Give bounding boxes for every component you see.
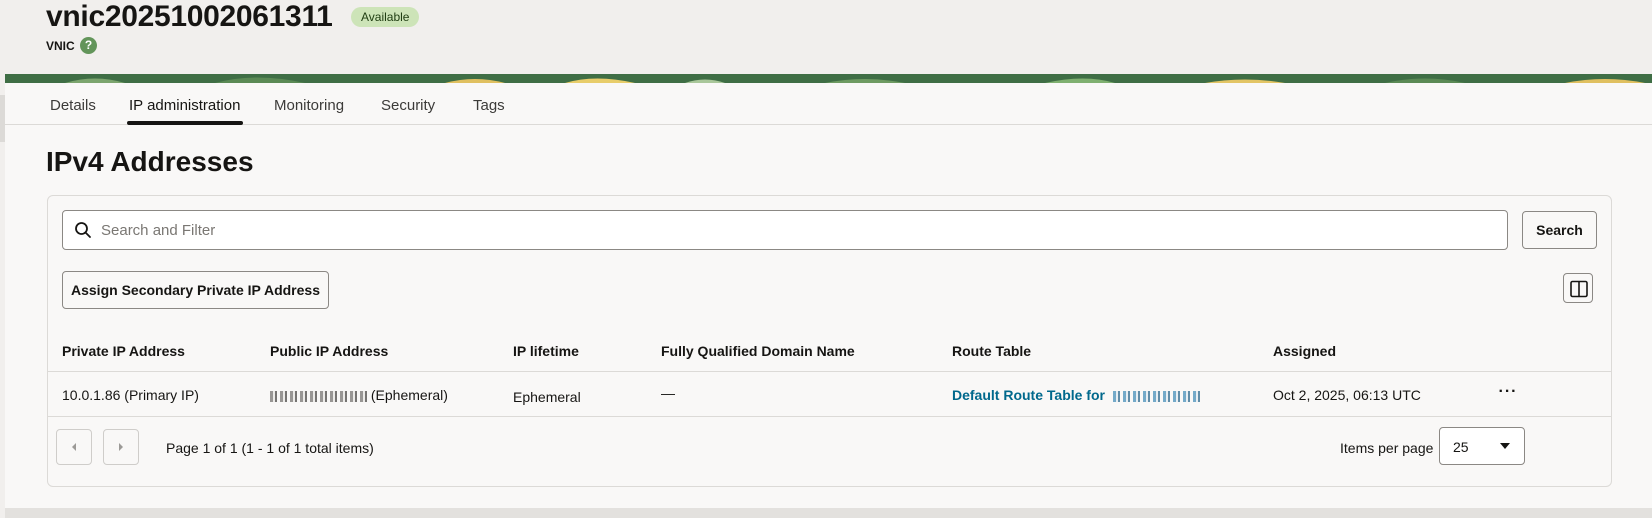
- public-ip-cell: (Ephemeral): [270, 386, 448, 404]
- assign-secondary-ip-button[interactable]: Assign Secondary Private IP Address: [62, 271, 329, 309]
- search-button[interactable]: Search: [1522, 211, 1597, 249]
- chevron-right-icon: [119, 443, 123, 451]
- column-header-assigned[interactable]: Assigned: [1273, 342, 1336, 360]
- column-header-route-table[interactable]: Route Table: [952, 342, 1031, 360]
- tab-ip-administration[interactable]: IP administration: [129, 97, 240, 115]
- chevron-down-icon: [1500, 443, 1510, 449]
- section-title: IPv4 Addresses: [46, 146, 254, 177]
- search-input[interactable]: [101, 212, 1491, 248]
- tab-details[interactable]: Details: [50, 97, 96, 115]
- route-table-cell[interactable]: Default Route Table for: [952, 386, 1203, 404]
- page-title: vnic20251002061311: [46, 0, 333, 33]
- resource-type-label: VNIC: [46, 39, 75, 53]
- column-header-fqdn[interactable]: Fully Qualified Domain Name: [661, 342, 855, 360]
- status-badge: Available: [351, 7, 420, 27]
- pagination-info: Page 1 of 1 (1 - 1 of 1 total items): [166, 440, 374, 456]
- redacted-public-ip: [270, 390, 367, 402]
- column-header-ip-lifetime[interactable]: IP lifetime: [513, 342, 579, 360]
- search-field[interactable]: [62, 210, 1508, 250]
- ipv4-table-card: Search Assign Secondary Private IP Addre…: [47, 195, 1612, 487]
- assigned-cell: Oct 2, 2025, 06:13 UTC: [1273, 387, 1421, 403]
- public-ip-type: (Ephemeral): [370, 387, 448, 403]
- tab-monitoring[interactable]: Monitoring: [274, 97, 344, 115]
- columns-icon: [1570, 280, 1588, 298]
- items-per-page-select[interactable]: 25: [1439, 427, 1525, 465]
- route-table-link[interactable]: Default Route Table for: [952, 387, 1105, 403]
- decorative-banner: [5, 74, 1652, 83]
- row-actions-menu-icon[interactable]: ···: [1494, 382, 1522, 406]
- previous-page-button[interactable]: [56, 429, 92, 465]
- columns-toggle-button[interactable]: [1563, 273, 1593, 303]
- column-header-private-ip[interactable]: Private IP Address: [62, 342, 185, 360]
- chevron-left-icon: [72, 443, 76, 451]
- main-content: IPv4 Addresses Search Assign Secondary P…: [5, 125, 1652, 508]
- bottom-scroll-region: [5, 508, 1652, 518]
- items-per-page-value: 25: [1453, 439, 1469, 455]
- items-per-page-label: Items per page: [1340, 440, 1434, 456]
- ip-lifetime-cell: Ephemeral: [513, 389, 581, 405]
- column-header-public-ip[interactable]: Public IP Address: [270, 342, 388, 360]
- redacted-route-table-name: [1112, 390, 1203, 402]
- page-header: vnic20251002061311 Available VNIC ?: [0, 0, 1652, 74]
- search-icon: [75, 222, 91, 238]
- fqdn-cell: —: [661, 385, 675, 401]
- tab-tags[interactable]: Tags: [473, 97, 505, 115]
- next-page-button[interactable]: [103, 429, 139, 465]
- help-icon[interactable]: ?: [80, 37, 97, 54]
- tab-security[interactable]: Security: [381, 97, 435, 115]
- private-ip-cell: 10.0.1.86 (Primary IP): [62, 387, 199, 403]
- table-row: 10.0.1.86 (Primary IP) (Ephemeral) Ephem…: [48, 371, 1611, 417]
- tab-bar: Details IP administration Monitoring Sec…: [5, 83, 1652, 125]
